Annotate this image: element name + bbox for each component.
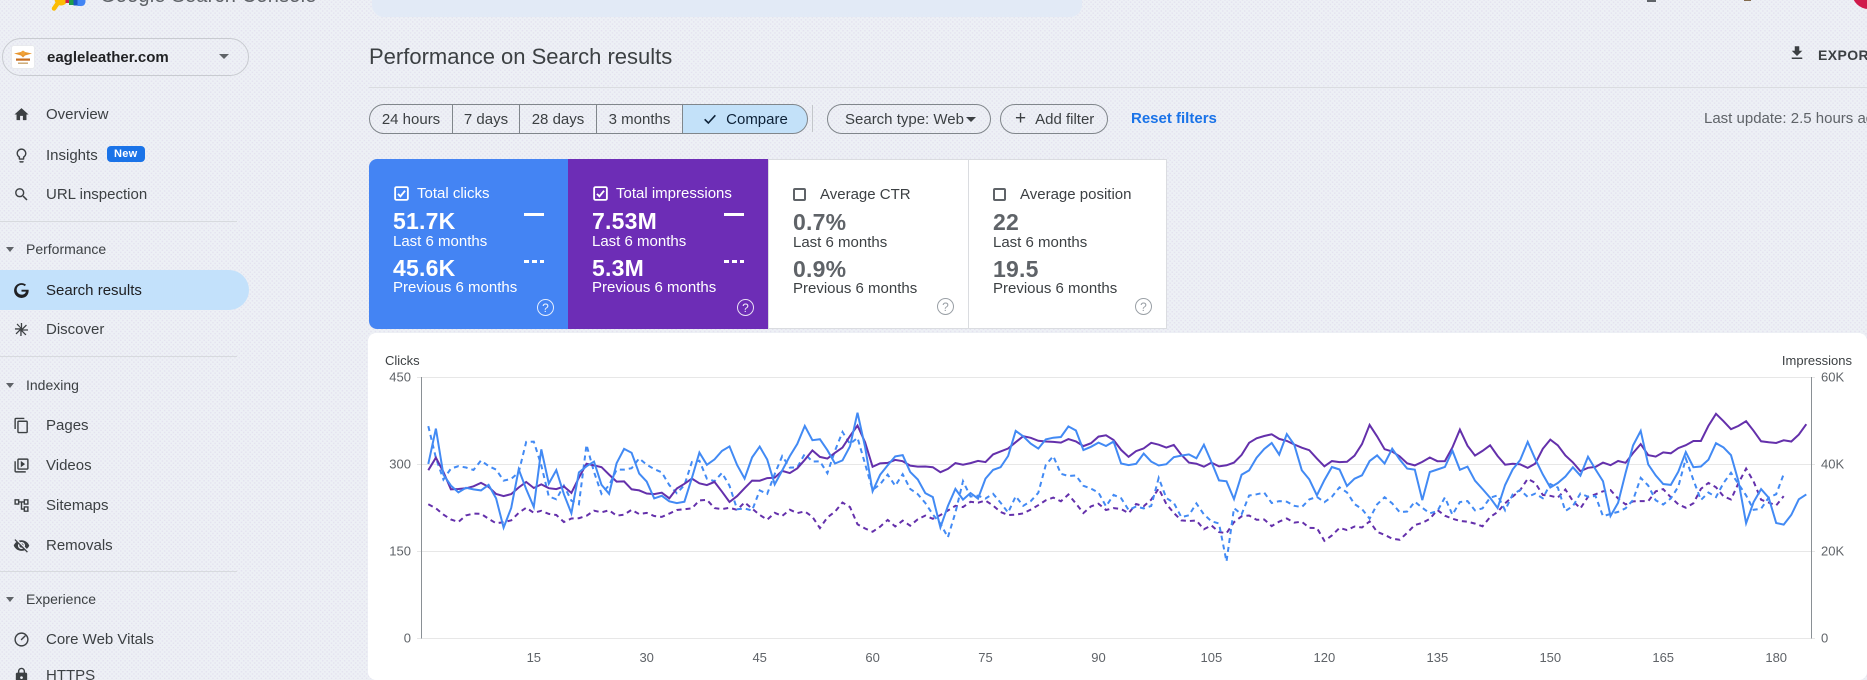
svg-text:15: 15 <box>527 650 541 665</box>
svg-text:450: 450 <box>389 370 411 385</box>
svg-text:0: 0 <box>1821 631 1828 646</box>
svg-text:Impressions: Impressions <box>1782 353 1853 368</box>
svg-text:Clicks: Clicks <box>385 353 420 368</box>
svg-text:150: 150 <box>1539 650 1561 665</box>
svg-text:105: 105 <box>1201 650 1223 665</box>
svg-text:180: 180 <box>1765 650 1787 665</box>
svg-text:0: 0 <box>404 631 411 646</box>
svg-text:165: 165 <box>1652 650 1674 665</box>
svg-text:120: 120 <box>1314 650 1336 665</box>
svg-text:150: 150 <box>389 544 411 559</box>
svg-text:60K: 60K <box>1821 370 1844 385</box>
svg-text:135: 135 <box>1427 650 1449 665</box>
svg-text:60: 60 <box>865 650 879 665</box>
svg-text:20K: 20K <box>1821 544 1844 559</box>
svg-text:30: 30 <box>639 650 653 665</box>
svg-text:75: 75 <box>978 650 992 665</box>
svg-text:90: 90 <box>1091 650 1105 665</box>
svg-text:45: 45 <box>752 650 766 665</box>
svg-text:40K: 40K <box>1821 457 1844 472</box>
svg-text:300: 300 <box>389 457 411 472</box>
